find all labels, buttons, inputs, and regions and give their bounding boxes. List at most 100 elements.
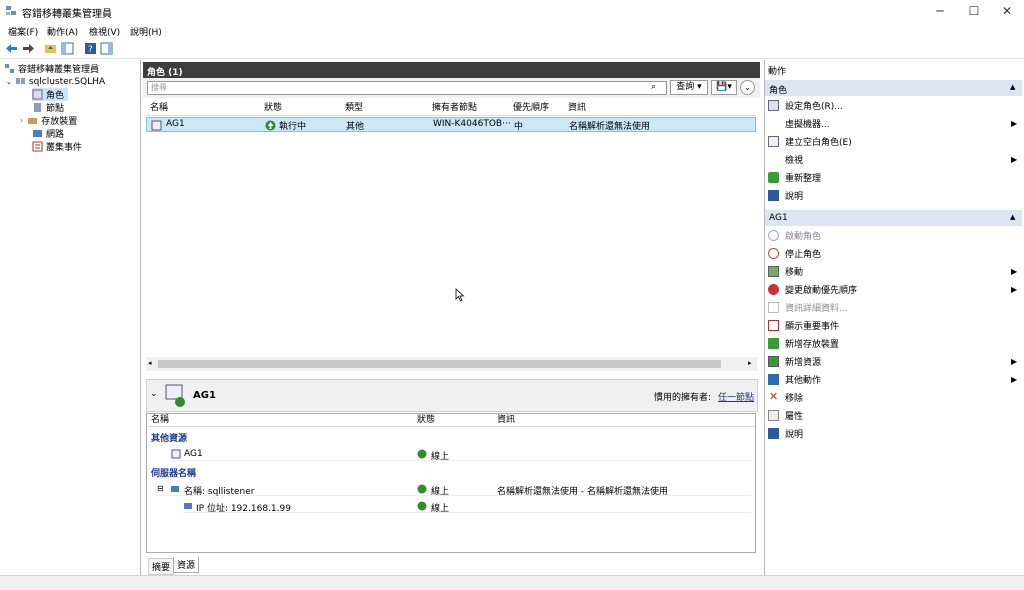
tree-item-label: 叢集事件 [46,143,83,153]
table-row[interactable]: AG1 線上 [171,448,751,462]
row-type: 其他 [346,122,365,132]
help-icon [768,189,779,201]
action-view[interactable]: 檢視 [768,151,803,167]
show-hide-action-pane-icon[interactable] [100,42,113,55]
tree-item-storage[interactable]: › 存放裝置 [20,114,77,127]
action-remove[interactable]: ✕ 移除 [768,389,803,405]
scroll-left-icon[interactable]: ◂ [148,359,152,367]
minimize-button[interactable]: ─ [923,0,957,22]
tree-item-label: 角色 [46,91,65,101]
action-add-storage[interactable]: 新增存放裝置 [768,335,839,351]
query-button[interactable]: 查詢 ▾ [670,80,708,95]
tab-summary[interactable]: 摘要 [148,558,175,575]
priority-icon [768,283,779,295]
action-refresh[interactable]: 重新整理 [768,169,821,185]
search-icon[interactable]: ⌕ [651,82,656,92]
expand-chevron-icon[interactable]: › [20,116,23,125]
back-arrow-icon[interactable] [5,42,18,55]
action-change-startup-priority[interactable]: 變更啟動優先順序 [768,281,857,297]
menu-help[interactable]: 說明(H) [130,25,162,38]
submenu-arrow-icon: ▶ [1011,375,1018,384]
preferred-owner-link[interactable]: 任一節點 [718,390,754,403]
scroll-thumb[interactable] [158,360,721,368]
toolbar: ? [0,39,1024,59]
forward-arrow-icon[interactable] [22,42,35,55]
help-icon[interactable]: ? [84,42,97,55]
col-owner[interactable]: 擁有者節點 [432,102,477,115]
col-name[interactable]: 名稱 [150,102,168,115]
action-more-actions[interactable]: 其他動作 [768,371,821,387]
menu-file[interactable]: 檔案(F) [8,25,38,38]
close-button[interactable]: ✕ [990,0,1024,22]
col-info[interactable]: 資訊 [497,414,515,427]
action-stop-role[interactable]: 停止角色 [768,245,821,261]
action-create-empty-role[interactable]: 建立空白角色(E) [768,133,852,149]
info-details-icon [768,301,779,313]
col-info[interactable]: 資訊 [568,102,586,115]
action-virtual-machines[interactable]: 虛擬機器... [768,115,830,131]
online-status-icon [417,449,427,459]
tree-root-label: 容錯移轉叢集管理員 [18,65,100,75]
detail-tabs: 摘要 資源 [146,556,758,575]
collapse-detail-icon[interactable]: ⌄ [150,389,158,399]
resources-table: 名稱 狀態 資訊 其他資源 AG1 線上 伺服器名稱 ⊟ 名稱: sqllist… [146,413,756,553]
menu-view[interactable]: 檢視(V) [89,25,120,38]
tree-item-networks[interactable]: 網路 [32,127,64,140]
submenu-arrow-icon: ▶ [1011,357,1018,366]
collapse-tree-icon[interactable]: ⊟ [157,484,164,493]
stop-role-icon [768,247,779,259]
menu-action[interactable]: 動作(A) [47,25,78,38]
ip-address-icon [184,503,192,509]
role-icon [151,120,162,131]
group-other-resources: 其他資源 [151,434,188,444]
query-button-label: 查詢 [676,82,695,92]
action-information-details[interactable]: 資訊詳細資料... [768,299,848,315]
actions-section-roles[interactable]: 角色 ▲ [765,80,1022,96]
action-properties[interactable]: 屬性 [768,407,803,423]
col-name[interactable]: 名稱 [151,414,169,427]
search-input[interactable]: 搜尋 [147,81,667,95]
svg-text:?: ? [88,45,93,55]
show-hide-console-tree-icon[interactable] [61,42,74,55]
refresh-icon [768,171,779,183]
collapse-chevron-icon[interactable]: ⌄ [6,78,12,86]
action-help-ag1[interactable]: 說明 [768,425,803,441]
collapse-section-icon[interactable]: ▲ [1010,213,1015,221]
action-show-critical-events[interactable]: 顯示重要事件 [768,317,839,333]
col-type[interactable]: 類型 [345,102,363,115]
cluster-manager-icon [6,6,16,15]
action-configure-role[interactable]: 設定角色(R)... [768,97,843,113]
expand-search-icon[interactable]: ⌄ [740,80,755,95]
server-info: 名稱解析還無法使用 - 名稱解析還無法使用 [497,487,668,497]
action-label: 移除 [785,393,804,404]
submenu-arrow-icon: ▶ [1011,119,1018,128]
horizontal-scrollbar[interactable]: ◂ ▸ [146,357,757,371]
table-row[interactable]: AG1 執行中 其他 WIN-K4046TOB··· 中 名稱解析還無法使用 [146,117,756,132]
action-move[interactable]: 移動 [768,263,803,279]
tree-item-cluster-events[interactable]: 叢集事件 [32,140,82,153]
tree-cluster[interactable]: ⌄ sqlcluster.SQLHA [6,75,105,88]
submenu-arrow-icon: ▶ [1011,155,1018,164]
up-folder-icon[interactable] [44,42,57,55]
col-status[interactable]: 狀態 [264,102,282,115]
actions-section-ag1[interactable]: AG1 ▲ [765,210,1022,226]
save-query-button[interactable]: 💾▾ [711,80,737,95]
submenu-arrow-icon: ▶ [1011,285,1018,294]
tree-root[interactable]: 容錯移轉叢集管理員 [4,62,99,75]
resources-table-header: 名稱 狀態 資訊 [147,414,755,427]
collapse-section-icon[interactable]: ▲ [1010,83,1015,91]
table-row[interactable]: ⊟ 名稱: sqllistener 線上 名稱解析還無法使用 - 名稱解析還無法… [157,483,751,497]
table-row[interactable]: IP 位址: 192.168.1.99 線上 [183,500,751,514]
add-resource-icon [768,355,779,367]
scroll-right-icon[interactable]: ▸ [748,359,752,367]
action-start-role[interactable]: 啟動角色 [768,227,821,243]
tree-item-nodes[interactable]: 節點 [32,101,64,114]
maximize-button[interactable]: ☐ [957,0,991,22]
action-help-roles[interactable]: 說明 [768,187,803,203]
tab-resources[interactable]: 資源 [173,557,200,573]
col-priority[interactable]: 優先順序 [513,102,549,115]
col-status[interactable]: 狀態 [417,414,435,427]
action-add-resource[interactable]: 新增資源 [768,353,821,369]
action-label: 新增資源 [785,357,822,368]
tree-item-roles[interactable]: 角色 [32,88,69,101]
